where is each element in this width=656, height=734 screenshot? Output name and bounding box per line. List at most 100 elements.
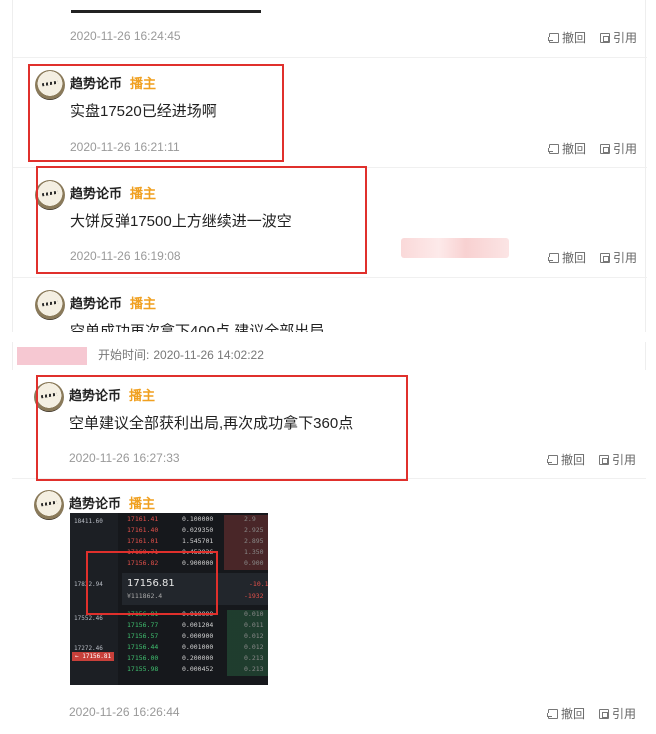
screenshot-gap [0,332,656,342]
order-qty: 0.000900 [182,632,214,640]
avatar[interactable] [34,382,64,412]
order-qty: 0.000452 [182,665,214,673]
mid-price: 17156.81 [127,578,175,589]
orderbook-row: 17156.00 0.200000 0.213 [122,654,268,665]
avatar[interactable] [35,70,65,100]
axis-label: 17552.46 [74,615,103,622]
message-content: 大饼反弹17500上方继续进一波空 [70,213,292,230]
undo-icon [547,32,559,43]
chat-panel-top: 2020-11-26 16:24:45 撤回 引用 趋势论币 播主 实盘17520… [12,0,647,332]
axis-label: 17272.46 [74,645,103,652]
order-price: 17161.40 [127,526,159,534]
message-content: 空单建议全部获利出局,再次成功拿下360点 [69,415,354,432]
undo-button[interactable]: 撤回 [546,705,585,722]
order-price: 17160.71 [127,548,159,556]
message-item: 趋势论币 播主 空单建议全部获利出局,再次成功拿下360点 2020-11-26 … [12,382,646,482]
message-actions: 撤回 引用 [547,29,637,46]
message-author: 趋势论币 播主 [69,496,156,511]
host-badge: 播主 [129,388,156,403]
host-badge: 播主 [130,76,157,91]
order-total: 0.012 [244,632,264,640]
quote-button[interactable]: 引用 [599,249,637,266]
message-author: 趋势论币 播主 [70,186,157,201]
order-qty: 1.545701 [182,537,214,545]
divider [13,277,647,278]
quote-icon [598,708,609,719]
message-item: 趋势论币 播主 实盘17520已经进场啊 2020-11-26 16:21:11 … [13,70,647,170]
order-price: 17161.01 [127,537,159,545]
price-tag: ← 17156.81 [72,652,115,661]
order-price: 17156.57 [127,632,159,640]
order-price: 17156.77 [127,621,159,629]
quote-icon [598,454,609,465]
undo-button[interactable]: 撤回 [547,29,586,46]
order-total: 1.350 [244,548,264,556]
mid-price-row: 17156.81 ¥111862.4 -10.1 -1932 [122,573,268,605]
orderbook-screenshot[interactable]: 18411.60 17832.94 17552.46 17272.46 ← 17… [70,513,268,685]
blurred-region [401,238,509,258]
message-content: 实盘17520已经进场啊 [70,103,217,120]
avatar[interactable] [35,290,65,320]
message-time: 2020-11-26 16:27:33 [69,451,180,465]
order-price: 17161.41 [127,515,159,523]
undo-button[interactable]: 撤回 [547,140,586,157]
order-total: 2.925 [244,526,264,534]
mid-change: -1932 [244,592,264,600]
price-axis: 18411.60 17832.94 17552.46 17272.46 ← 17… [70,513,118,685]
undo-button[interactable]: 撤回 [547,249,586,266]
order-total: 0.011 [244,621,264,629]
order-qty: 0.100000 [182,515,214,523]
orderbook-row: 17161.40 0.029350 2.925 [122,526,268,537]
axis-label: 18411.60 [74,518,103,525]
orderbook-row: 17156.57 0.000900 0.012 [122,632,268,643]
order-total: 0.213 [244,654,264,662]
message-item: 趋势论币 播主 大饼反弹17500上方继续进一波空 2020-11-26 16:1… [13,180,647,280]
order-total: 2.9 [244,515,256,523]
divider [12,478,646,479]
start-time: 开始时间: 2020-11-26 14:02:22 [98,348,264,362]
message-item: 趋势论币 播主 空单成功再次拿下400点,建议全部出局 [13,290,647,332]
message-time: 2020-11-26 16:26:44 [69,705,180,719]
undo-icon [546,454,558,465]
message-time: 2020-11-26 16:21:11 [70,140,180,154]
undo-button[interactable]: 撤回 [546,451,585,468]
order-total: 0.213 [244,665,264,673]
quote-icon [599,252,610,263]
order-total: 2.895 [244,537,264,545]
quote-button[interactable]: 引用 [598,451,636,468]
quote-button[interactable]: 引用 [599,29,637,46]
message-content: 空单成功再次拿下400点,建议全部出局 [70,323,325,332]
avatar[interactable] [35,180,65,210]
order-total: 0.900 [244,559,264,567]
orderbook-row: 17155.98 0.000452 0.213 [122,665,268,676]
order-price: 17156.82 [127,559,159,567]
orderbook-row: 17156.81 0.010000 0.010 [122,610,268,621]
host-badge: 播主 [130,186,157,201]
quote-button[interactable]: 引用 [598,705,636,722]
message-author: 趋势论币 播主 [70,76,157,91]
divider [13,167,647,168]
orderbook-row: 17156.82 0.900000 0.900 [122,559,268,570]
divider [13,57,647,58]
axis-label: 17832.94 [74,581,103,588]
order-qty: 0.010000 [182,610,214,618]
order-price: 17156.81 [127,610,159,618]
order-qty: 0.453036 [182,548,214,556]
order-qty: 0.001204 [182,621,214,629]
message-actions: 撤回 引用 [546,451,636,468]
host-badge: 播主 [129,496,156,511]
order-qty: 0.029350 [182,526,214,534]
order-qty: 0.900000 [182,559,214,567]
orderbook-row: 17156.44 0.001000 0.012 [122,643,268,654]
message-author: 趋势论币 播主 [69,388,156,403]
orderbook-row: 17161.01 1.545701 2.895 [122,537,268,548]
undo-icon [546,708,558,719]
undo-icon [547,143,559,154]
avatar[interactable] [34,490,64,520]
order-qty: 0.001000 [182,643,214,651]
host-badge: 播主 [130,296,157,311]
quote-icon [599,32,610,43]
quote-button[interactable]: 引用 [599,140,637,157]
message-time: 2020-11-26 16:24:45 [70,29,181,43]
orderbook-row: 17160.71 0.453036 1.350 [122,548,268,559]
